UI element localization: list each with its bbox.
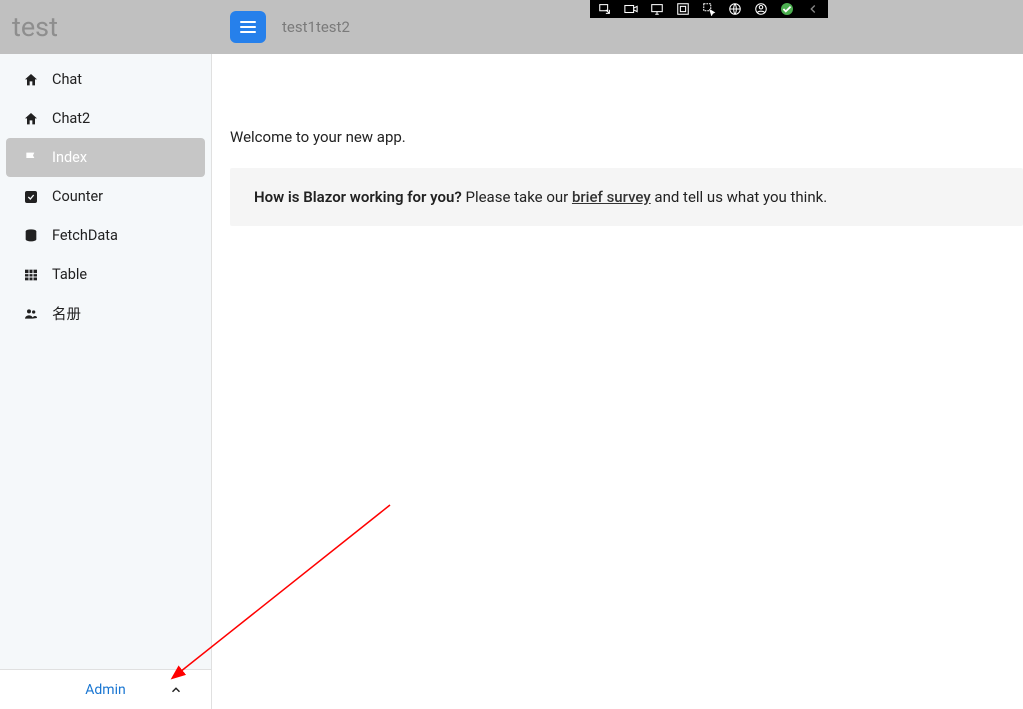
nav-item-label: Index bbox=[52, 149, 87, 166]
dev-globe-icon[interactable] bbox=[722, 0, 748, 18]
nav-item-label: Chat2 bbox=[52, 110, 90, 127]
dev-camera-icon[interactable] bbox=[618, 0, 644, 18]
dev-inspect-icon[interactable] bbox=[592, 0, 618, 18]
survey-bold: How is Blazor working for you? bbox=[254, 188, 462, 206]
nav-item-counter[interactable]: Counter bbox=[6, 177, 205, 216]
users-icon bbox=[22, 306, 40, 322]
nav-list: Chat Chat2 Index Counter FetchData bbox=[0, 54, 211, 669]
nav-item-roster[interactable]: 名册 bbox=[6, 294, 205, 333]
dev-select-icon[interactable] bbox=[696, 0, 722, 18]
table-icon bbox=[22, 267, 40, 283]
hamburger-icon bbox=[240, 21, 256, 33]
breadcrumb-title: test1test2 bbox=[282, 18, 350, 36]
sidebar-footer-admin[interactable]: Admin bbox=[0, 669, 211, 709]
database-icon bbox=[22, 228, 40, 244]
app-header: test test1test2 bbox=[0, 0, 1023, 54]
nav-item-label: Counter bbox=[52, 188, 103, 205]
dev-ok-icon[interactable] bbox=[774, 0, 800, 18]
home-icon bbox=[22, 72, 40, 88]
dev-person-icon[interactable] bbox=[748, 0, 774, 18]
nav-item-chat2[interactable]: Chat2 bbox=[6, 99, 205, 138]
survey-text-after: and tell us what you think. bbox=[651, 188, 827, 206]
nav-item-table[interactable]: Table bbox=[6, 255, 205, 294]
survey-link[interactable]: brief survey bbox=[572, 188, 651, 206]
sidebar: Chat Chat2 Index Counter FetchData bbox=[0, 54, 212, 709]
welcome-text: Welcome to your new app. bbox=[230, 128, 1023, 146]
nav-item-label: 名册 bbox=[52, 303, 81, 324]
nav-item-label: Chat bbox=[52, 71, 82, 88]
nav-item-label: FetchData bbox=[52, 227, 118, 244]
brand-title: test bbox=[0, 0, 212, 54]
sidebar-footer-label: Admin bbox=[85, 682, 125, 698]
nav-item-chat[interactable]: Chat bbox=[6, 60, 205, 99]
dev-collapse-icon[interactable] bbox=[800, 0, 826, 18]
menu-toggle-button[interactable] bbox=[230, 11, 266, 43]
dev-toolbar bbox=[590, 0, 828, 18]
nav-item-fetchdata[interactable]: FetchData bbox=[6, 216, 205, 255]
chevron-up-icon bbox=[169, 683, 183, 697]
checkbox-icon bbox=[22, 189, 40, 205]
dev-square-icon[interactable] bbox=[670, 0, 696, 18]
survey-banner: How is Blazor working for you? Please ta… bbox=[230, 168, 1023, 226]
nav-item-index[interactable]: Index bbox=[6, 138, 205, 177]
survey-text-before: Please take our bbox=[462, 188, 572, 206]
dev-screen-icon[interactable] bbox=[644, 0, 670, 18]
flag-icon bbox=[22, 150, 40, 166]
nav-item-label: Table bbox=[52, 266, 87, 283]
main-content: Welcome to your new app. How is Blazor w… bbox=[212, 54, 1023, 709]
home-icon bbox=[22, 111, 40, 127]
